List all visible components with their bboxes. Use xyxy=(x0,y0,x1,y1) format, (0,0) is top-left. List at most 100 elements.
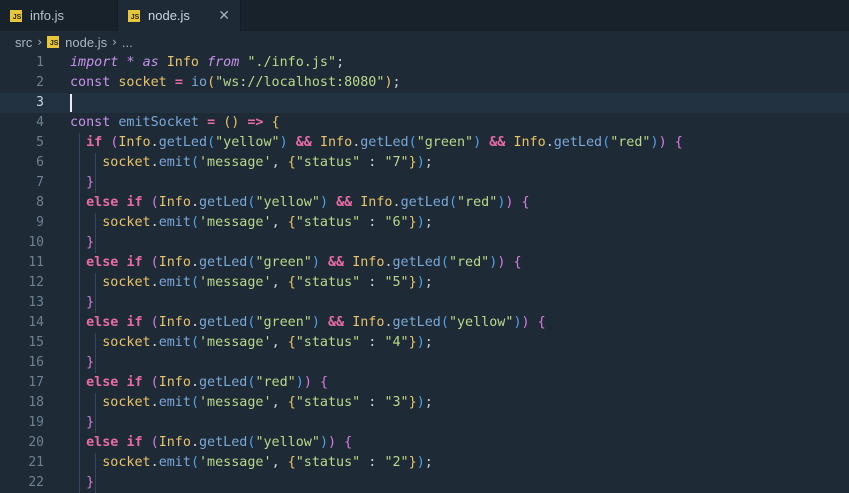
code-token: Info xyxy=(513,135,546,150)
code-token: if xyxy=(126,255,143,270)
code-token: } xyxy=(86,295,95,310)
code-token: "green" xyxy=(416,135,474,150)
code-line[interactable]: 22 } xyxy=(0,473,849,493)
code-token: ) xyxy=(416,155,425,170)
code-token: import xyxy=(70,55,119,70)
code-token: && xyxy=(489,135,506,150)
code-token: if xyxy=(126,315,143,330)
code-token: else xyxy=(86,195,119,210)
code-token: , xyxy=(271,395,288,410)
code-token: getLed xyxy=(553,135,603,150)
indent-guide xyxy=(95,153,96,193)
code-token: { xyxy=(344,435,353,450)
code-line[interactable]: 17 else if (Info.getLed("red")) { xyxy=(0,373,849,393)
tab-info-js[interactable]: JS info.js xyxy=(0,0,118,31)
code-line[interactable]: 18 socket.emit('message', {"status" : "3… xyxy=(0,393,849,413)
code-token: Info xyxy=(158,435,191,450)
code-token: ( xyxy=(150,375,159,390)
code-line[interactable]: 7 } xyxy=(0,173,849,193)
code-line[interactable]: 4 const emitSocket = () => { xyxy=(0,113,849,133)
code-token: getLed xyxy=(199,435,248,450)
code-token: getLed xyxy=(400,195,449,210)
text-cursor xyxy=(70,94,72,112)
line-number: 3 xyxy=(36,95,44,110)
javascript-file-icon: JS xyxy=(10,9,22,22)
line-number: 8 xyxy=(36,195,44,210)
code-token: ) xyxy=(295,375,304,390)
code-line[interactable]: 13 } xyxy=(0,293,849,313)
code-token: socket xyxy=(102,215,151,230)
code-text: socket.emit('message', {"status" : "6"})… xyxy=(70,213,433,233)
code-line[interactable]: 5 if (Info.getLed("yellow") && Info.getL… xyxy=(0,133,849,153)
code-token: socket xyxy=(118,75,167,90)
code-token: 'message' xyxy=(199,155,272,170)
code-token: ) xyxy=(303,375,312,390)
code-token: emit xyxy=(158,335,191,350)
code-token: . xyxy=(384,255,393,270)
code-token: 'message' xyxy=(199,455,272,470)
code-token: = xyxy=(174,75,183,90)
code-line[interactable]: 14 else if (Info.getLed("green") && Info… xyxy=(0,313,849,333)
code-token: Info xyxy=(319,135,353,150)
line-number: 21 xyxy=(28,455,44,470)
code-token: { xyxy=(287,335,296,350)
chevron-right-icon: › xyxy=(37,35,43,49)
code-token: ( xyxy=(440,315,449,330)
code-token: ; xyxy=(392,75,401,90)
code-text: const socket = io("ws://localhost:8080")… xyxy=(70,73,401,93)
code-line[interactable]: 1 import * as Info from "./info.js"; xyxy=(0,53,849,73)
code-line[interactable]: 10 } xyxy=(0,233,849,253)
code-token: ( xyxy=(190,215,199,230)
breadcrumb-symbols[interactable]: ... xyxy=(122,35,133,50)
code-line[interactable]: 15 socket.emit('message', {"status" : "4… xyxy=(0,333,849,353)
line-number: 18 xyxy=(28,395,44,410)
code-token: emit xyxy=(158,215,191,230)
code-token: { xyxy=(319,375,328,390)
code-line[interactable]: 3 xyxy=(0,93,849,113)
code-line[interactable]: 9 socket.emit('message', {"status" : "6"… xyxy=(0,213,849,233)
code-line[interactable]: 6 socket.emit('message', {"status" : "7"… xyxy=(0,153,849,173)
breadcrumb-folder-src[interactable]: src xyxy=(15,35,32,50)
code-line[interactable]: 12 socket.emit('message', {"status" : "5… xyxy=(0,273,849,293)
line-number: 5 xyxy=(36,135,44,150)
code-token: ) xyxy=(513,315,522,330)
code-token: "4" xyxy=(384,335,409,350)
code-token: else xyxy=(86,435,119,450)
code-token: { xyxy=(674,135,683,150)
close-icon[interactable]: ✕ xyxy=(218,9,230,23)
code-token: ( xyxy=(150,315,159,330)
code-token: { xyxy=(513,255,522,270)
code-token: ( xyxy=(190,335,199,350)
tab-node-js[interactable]: JS node.js ✕ xyxy=(118,0,241,31)
code-token: "3" xyxy=(384,395,409,410)
code-token: } xyxy=(86,355,95,370)
code-line[interactable]: 21 socket.emit('message', {"status" : "2… xyxy=(0,453,849,473)
line-number: 15 xyxy=(28,335,44,350)
code-token: as xyxy=(142,55,159,70)
code-token: ) xyxy=(416,215,425,230)
code-token: Info xyxy=(158,315,191,330)
code-token: Info xyxy=(360,195,393,210)
code-token: . xyxy=(190,435,199,450)
code-line[interactable]: 16 } xyxy=(0,353,849,373)
code-token: if xyxy=(126,435,143,450)
code-editor[interactable]: 1 import * as Info from "./info.js"; 2 cons… xyxy=(0,53,849,493)
code-line[interactable]: 20 else if (Info.getLed("yellow")) { xyxy=(0,433,849,453)
breadcrumb-file[interactable]: node.js xyxy=(65,35,107,50)
code-line[interactable]: 2 const socket = io("ws://localhost:8080"… xyxy=(0,73,849,93)
code-token: emit xyxy=(158,155,191,170)
code-line[interactable]: 8 else if (Info.getLed("yellow") && Info… xyxy=(0,193,849,213)
code-token: } xyxy=(408,155,417,170)
code-token: . xyxy=(150,135,159,150)
code-token: . xyxy=(190,195,199,210)
code-line[interactable]: 19 } xyxy=(0,413,849,433)
code-line[interactable]: 11 else if (Info.getLed("green") && Info… xyxy=(0,253,849,273)
code-text: const emitSocket = () => { xyxy=(70,113,280,133)
code-token: . xyxy=(545,135,554,150)
editor-window: JS info.js JS node.js ✕ src › JS node.js… xyxy=(0,0,849,493)
